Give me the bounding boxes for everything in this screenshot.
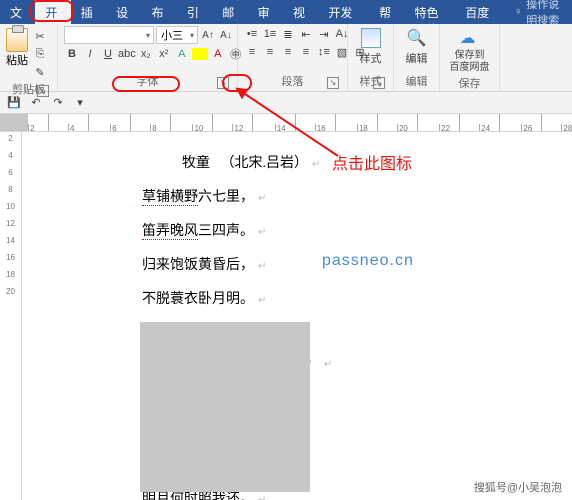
tab-design[interactable]: 设计 <box>106 0 141 24</box>
group-label-save: 保存 <box>446 74 493 93</box>
group-label-clipboard: 剪贴板 ↘ <box>6 80 51 99</box>
tab-mail[interactable]: 邮件 <box>212 0 247 24</box>
grow-font-button[interactable]: A↑ <box>200 27 216 43</box>
tab-baidu[interactable]: 百度网盘 <box>455 0 506 24</box>
tab-layout[interactable]: 布局 <box>142 0 177 24</box>
italic-button[interactable]: I <box>82 46 98 62</box>
highlight-button[interactable] <box>192 48 208 60</box>
cut-button[interactable]: ✂ <box>32 28 48 44</box>
cloud-save-icon: ☁ <box>460 28 480 48</box>
editing-button[interactable]: 🔍 编辑 <box>400 26 433 66</box>
increase-indent-button[interactable]: ⇥ <box>316 26 332 42</box>
styles-launcher-icon[interactable]: ↘ <box>373 77 385 89</box>
text-effects-button[interactable]: A <box>174 46 190 62</box>
editing-label: 编辑 <box>406 50 428 66</box>
group-label-paragraph: 段落 ↘ <box>244 72 341 91</box>
paste-label: 粘贴 <box>6 52 28 68</box>
tab-file[interactable]: 文件 <box>0 0 35 24</box>
underline-button[interactable]: U <box>100 46 116 62</box>
text-selection <box>140 322 310 492</box>
bulb-icon: ♀ <box>514 6 522 18</box>
ribbon: 粘贴 ✂ ⎘ ✎ 剪贴板 ↘ 小三 A↑ A↓ B I U <box>0 24 572 92</box>
tell-me-search[interactable]: ♀ 操作说明搜索 <box>506 0 572 24</box>
save-to-baidu-button[interactable]: ☁ 保存到 百度网盘 <box>446 26 493 74</box>
tab-developer[interactable]: 开发工具 <box>318 0 369 24</box>
multilevel-button[interactable]: ≣ <box>280 26 296 42</box>
find-icon: 🔍 <box>407 28 427 48</box>
font-name-combo[interactable] <box>64 26 154 44</box>
numbering-button[interactable]: 1≡ <box>262 26 278 42</box>
vertical-ruler[interactable]: 2468101214161820 <box>0 132 22 500</box>
tab-references[interactable]: 引用 <box>177 0 212 24</box>
watermark: passneo.cn <box>322 252 414 270</box>
footer-credit: 搜狐号@小吴泡泡 <box>470 478 566 496</box>
copy-button[interactable]: ⎘ <box>32 46 48 62</box>
clipboard-launcher-icon[interactable]: ↘ <box>37 85 49 97</box>
format-painter-button[interactable]: ✎ <box>32 64 48 80</box>
bold-button[interactable]: B <box>64 46 80 62</box>
justify-button[interactable]: ≡ <box>298 44 314 60</box>
shrink-font-button[interactable]: A↓ <box>218 27 234 43</box>
poem1-line1: 草铺横野六七里，↵ <box>142 186 572 206</box>
horizontal-ruler[interactable]: 24 68 1012 1416 1820 2224 2628 3032 3436… <box>0 114 572 132</box>
tab-view[interactable]: 视图 <box>283 0 318 24</box>
group-clipboard: 粘贴 ✂ ⎘ ✎ 剪贴板 ↘ <box>0 24 58 91</box>
page[interactable]: 牧童 （北宋.吕岩）↵ 草铺横野六七里，↵ 笛弄晚风三四声。↵ 归来饱饭黄昏后，… <box>22 132 572 500</box>
group-editing: 🔍 编辑 编辑 <box>394 24 440 91</box>
tab-insert[interactable]: 插入 <box>71 0 106 24</box>
font-color-button[interactable]: A <box>210 46 226 62</box>
tab-help[interactable]: 帮助 <box>369 0 404 24</box>
bullets-button[interactable]: •≡ <box>244 26 260 42</box>
font-launcher-icon[interactable]: ↘ <box>217 77 229 89</box>
align-right-button[interactable]: ≡ <box>280 44 296 60</box>
group-font: 小三 A↑ A↓ B I U abc x₂ x² A A ㊥ 字体 ↘ <box>58 24 238 91</box>
group-styles: 样式 样式 ↘ <box>348 24 394 91</box>
decrease-indent-button[interactable]: ⇤ <box>298 26 314 42</box>
paste-button[interactable]: 粘贴 <box>6 26 28 68</box>
group-label-styles: 样式 ↘ <box>354 72 387 91</box>
styles-label: 样式 <box>360 50 382 66</box>
styles-icon <box>361 28 381 48</box>
poem1-line4: 不脱蓑衣卧月明。↵ <box>142 288 572 308</box>
superscript-button[interactable]: x² <box>156 46 172 62</box>
group-save: ☁ 保存到 百度网盘 保存 <box>440 24 500 91</box>
poem1-line2: 笛弄晚风三四声。↵ <box>142 220 572 240</box>
paragraph-launcher-icon[interactable]: ↘ <box>327 77 339 89</box>
align-left-button[interactable]: ≡ <box>244 44 260 60</box>
strike-button[interactable]: abc <box>118 46 136 62</box>
tab-special[interactable]: 特色功能 <box>404 0 455 24</box>
quick-access-toolbar: 💾 ↶ ↷ ▾ <box>0 92 572 114</box>
group-label-font: 字体 ↘ <box>64 72 231 91</box>
ribbon-tabs: 文件 开始 插入 设计 布局 引用 邮件 审阅 视图 开发工具 帮助 特色功能 … <box>0 0 572 24</box>
tab-review[interactable]: 审阅 <box>248 0 283 24</box>
group-paragraph: •≡ 1≡ ≣ ⇤ ⇥ A↓ ≡ ≡ ≡ ≡ ↕≡ ▧ ⊞ 段落 ↘ <box>238 24 348 91</box>
save-to-baidu-label: 保存到 百度网盘 <box>450 50 490 74</box>
styles-button[interactable]: 样式 <box>354 26 387 66</box>
subscript-button[interactable]: x₂ <box>138 46 154 62</box>
document-area: 2468101214161820 牧童 （北宋.吕岩）↵ 草铺横野六七里，↵ 笛… <box>0 132 572 500</box>
align-center-button[interactable]: ≡ <box>262 44 278 60</box>
group-label-editing: 编辑 <box>400 72 433 91</box>
qat-customize-button[interactable]: ▾ <box>72 95 88 111</box>
annotation-callout: 点击此图标 <box>332 150 412 174</box>
redo-button[interactable]: ↷ <box>50 95 66 111</box>
font-size-combo[interactable]: 小三 <box>156 26 198 44</box>
line-spacing-button[interactable]: ↕≡ <box>316 44 332 60</box>
tab-home[interactable]: 开始 <box>35 0 70 24</box>
clipboard-icon <box>6 28 28 52</box>
